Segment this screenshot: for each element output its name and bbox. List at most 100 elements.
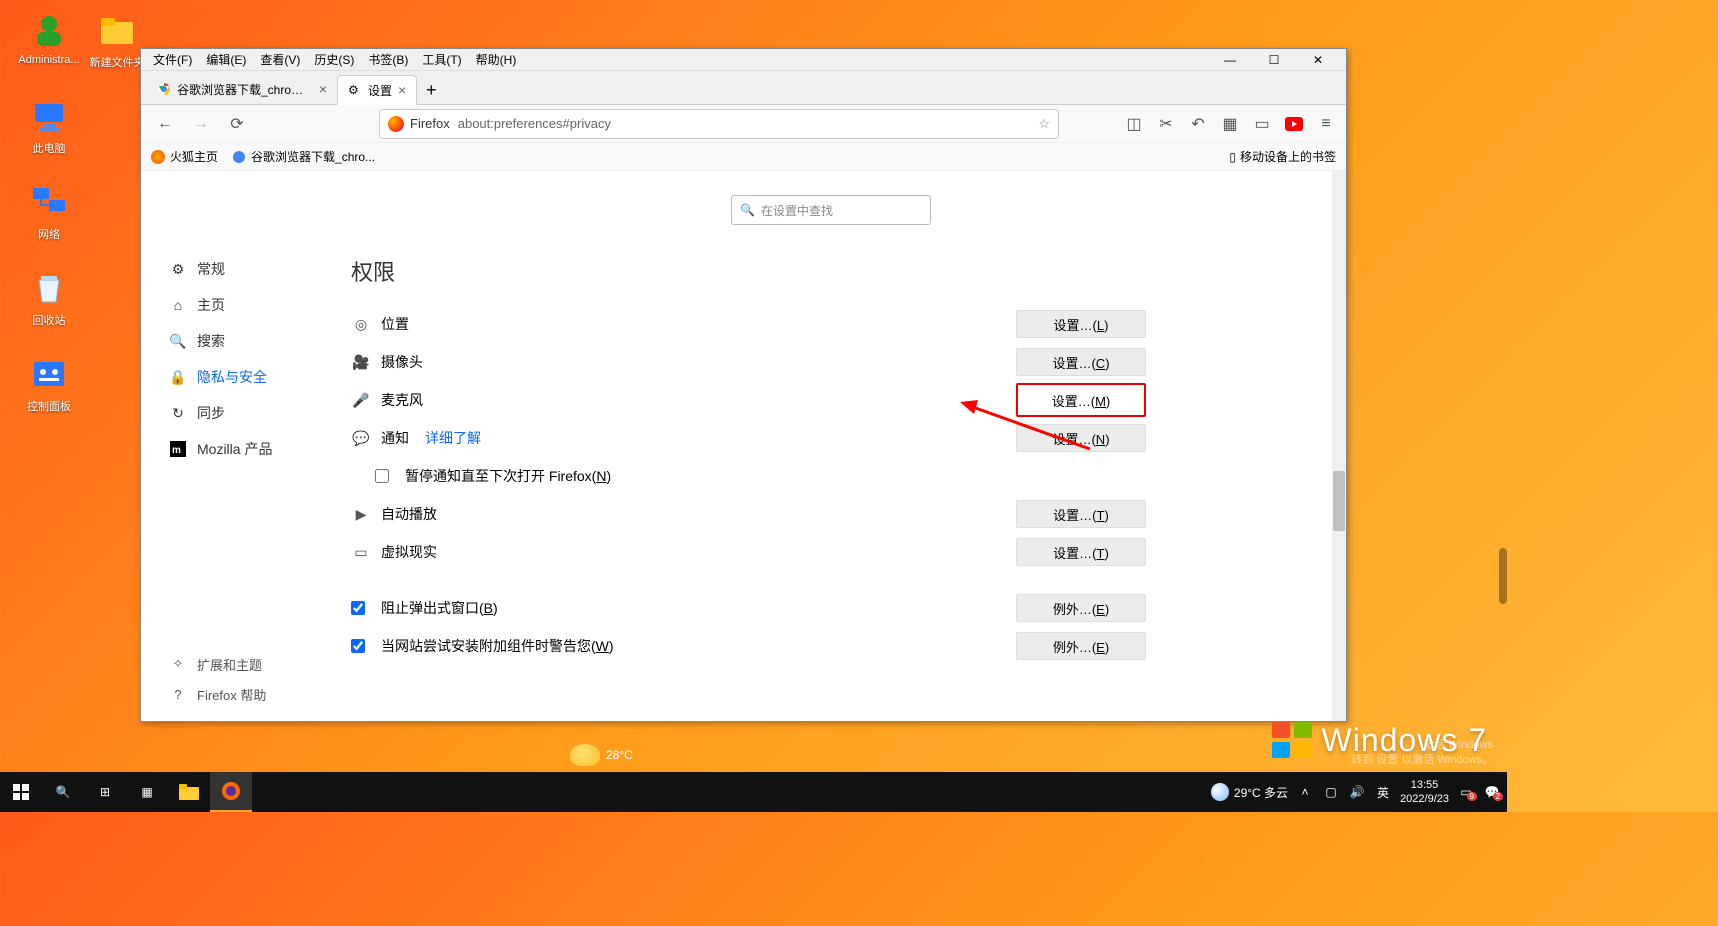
tray-clock[interactable]: 13:55 2022/9/23 <box>1400 778 1449 806</box>
tray-messages[interactable]: 💬 2 <box>1483 783 1501 801</box>
bookmark-chrome[interactable]: 谷歌浏览器下载_chro... <box>232 148 375 165</box>
sidebar-item-privacy[interactable]: 🔒 隐私与安全 <box>169 359 351 395</box>
menu-history[interactable]: 历史(S) <box>308 49 360 70</box>
sidebar-item-help[interactable]: ? Firefox 帮助 <box>169 679 266 709</box>
apps-icon[interactable]: ▦ <box>1220 114 1240 134</box>
mic-icon: 🎤 <box>351 392 371 409</box>
close-button[interactable]: ✕ <box>1296 49 1340 71</box>
desktop-scrollbar[interactable] <box>1499 548 1507 604</box>
sidebar-item-search[interactable]: 🔍 搜索 <box>169 323 351 359</box>
sidebar-item-extensions[interactable]: ✧ 扩展和主题 <box>169 649 266 679</box>
close-icon[interactable]: × <box>398 82 406 98</box>
settings-search-input[interactable]: 🔍 在设置中查找 <box>731 195 931 225</box>
scroll-thumb[interactable] <box>1333 471 1345 531</box>
firefox-icon <box>151 150 165 164</box>
help-icon: ? <box>169 685 187 703</box>
firefox-window: 文件(F) 编辑(E) 查看(V) 历史(S) 书签(B) 工具(T) 帮助(H… <box>140 48 1347 722</box>
taskbar-explorer[interactable] <box>168 772 210 812</box>
settings-main: 🔍 在设置中查找 权限 ◎ 位置 设置…(L) 🎥 摄像头 设置…(C) 🎤 麦… <box>351 171 1346 721</box>
vr-settings-button[interactable]: 设置…(T) <box>1016 538 1146 566</box>
tray-network-icon[interactable]: ▢ <box>1322 783 1340 801</box>
user-icon <box>29 10 69 50</box>
screenshot-icon[interactable]: ✂ <box>1156 114 1176 134</box>
taskbar-search[interactable]: 🔍 <box>42 772 84 812</box>
popup-exceptions-button[interactable]: 例外…(E) <box>1016 594 1146 622</box>
reload-button[interactable]: ⟳ <box>223 110 251 138</box>
address-bar: ← → ⟳ Firefox about:preferences#privacy … <box>141 105 1346 143</box>
notif-learn-more-link[interactable]: 详细了解 <box>425 428 481 448</box>
network-icon <box>29 182 69 222</box>
tab-chrome-download[interactable]: 谷歌浏览器下载_chrome浏览器 × <box>147 74 337 104</box>
desktop-weather-widget[interactable]: 28°C <box>570 744 633 766</box>
perm-row-autoplay: ▶ 自动播放 设置…(T) <box>351 495 1146 533</box>
menu-bookmarks[interactable]: 书签(B) <box>362 49 414 70</box>
desktop-icon-control[interactable]: 控制面板 <box>14 354 84 414</box>
content-scrollbar[interactable] <box>1332 171 1346 721</box>
sidebar-toggle-icon[interactable]: ◫ <box>1124 114 1144 134</box>
camera-settings-button[interactable]: 设置…(C) <box>1016 348 1146 376</box>
vr-icon: ▭ <box>351 544 371 561</box>
addon-warn-checkbox[interactable] <box>351 639 365 653</box>
menu-help[interactable]: 帮助(H) <box>470 49 523 70</box>
youtube-icon[interactable] <box>1284 114 1304 134</box>
perm-row-location: ◎ 位置 设置…(L) <box>351 305 1146 343</box>
tray-ime[interactable]: 英 <box>1374 783 1392 801</box>
tab-title: 谷歌浏览器下载_chrome浏览器 <box>177 81 313 98</box>
desktop-icon-admin[interactable]: Administra... <box>14 10 84 66</box>
sidebar-item-general[interactable]: ⚙ 常规 <box>169 251 351 287</box>
taskbar-taskview[interactable]: ⊞ <box>84 772 126 812</box>
menu-view[interactable]: 查看(V) <box>254 49 306 70</box>
perm-row-notif: 💬 通知 详细了解 设置…(N) <box>351 419 1146 457</box>
addon-exceptions-button[interactable]: 例外…(E) <box>1016 632 1146 660</box>
pause-notif-checkbox[interactable] <box>375 469 389 483</box>
autoplay-settings-button[interactable]: 设置…(T) <box>1016 500 1146 528</box>
recycle-icon <box>29 268 69 308</box>
location-settings-button[interactable]: 设置…(L) <box>1016 310 1146 338</box>
brand-label: Firefox <box>410 116 450 131</box>
mobile-bookmarks[interactable]: ▯ 移动设备上的书签 <box>1229 148 1336 165</box>
tray-weather[interactable]: 29°C 多云 <box>1211 783 1288 801</box>
desktop-icon-network[interactable]: 网络 <box>14 182 84 242</box>
tray-volume-icon[interactable]: 🔊 <box>1348 783 1366 801</box>
folder-icon <box>97 10 137 50</box>
maximize-button[interactable]: ☐ <box>1252 49 1296 71</box>
start-button[interactable] <box>0 772 42 812</box>
reader-icon[interactable]: ▭ <box>1252 114 1272 134</box>
sidebar-item-home[interactable]: ⌂ 主页 <box>169 287 351 323</box>
popup-block-checkbox[interactable] <box>351 601 365 615</box>
perm-row-addon: 当网站尝试安装附加组件时警告您(W) 例外…(E) <box>351 627 1146 665</box>
menu-edit[interactable]: 编辑(E) <box>200 49 252 70</box>
close-icon[interactable]: × <box>319 81 327 97</box>
menubar: 文件(F) 编辑(E) 查看(V) 历史(S) 书签(B) 工具(T) 帮助(H… <box>141 49 1346 71</box>
taskbar-firefox[interactable] <box>210 772 252 812</box>
desktop-icon-recycle[interactable]: 回收站 <box>14 268 84 328</box>
bookmark-firefox-home[interactable]: 火狐主页 <box>151 148 218 165</box>
hamburger-menu-icon[interactable]: ≡ <box>1316 114 1336 134</box>
menu-file[interactable]: 文件(F) <box>147 49 198 70</box>
sidebar-item-mozilla[interactable]: m Mozilla 产品 <box>169 431 351 467</box>
new-tab-button[interactable]: + <box>417 76 445 104</box>
tray: 29°C 多云 ˄ ▢ 🔊 英 13:55 2022/9/23 ▭ 9 💬 2 <box>1211 778 1507 806</box>
desktop-icon-thispc[interactable]: 此电脑 <box>14 96 84 156</box>
tray-action-center[interactable]: ▭ 9 <box>1457 783 1475 801</box>
window-controls: — ☐ ✕ <box>1208 49 1340 71</box>
svg-text:m: m <box>172 445 181 456</box>
chrome-icon <box>157 82 171 96</box>
minimize-button[interactable]: — <box>1208 49 1252 71</box>
chrome-icon <box>232 150 246 164</box>
sidebar-item-sync[interactable]: ↻ 同步 <box>169 395 351 431</box>
undo-icon[interactable]: ↶ <box>1188 114 1208 134</box>
perm-row-pause: 暂停通知直至下次打开 Firefox(N) <box>351 457 1146 495</box>
mic-settings-button[interactable]: 设置…(M) <box>1016 383 1146 417</box>
taskbar: 🔍 ⊞ ▦ 29°C 多云 ˄ ▢ 🔊 英 13:55 2022/9/23 ▭ … <box>0 772 1507 812</box>
menu-tools[interactable]: 工具(T) <box>416 49 467 70</box>
notif-settings-button[interactable]: 设置…(N) <box>1016 424 1146 452</box>
tab-title: 设置 <box>368 82 392 99</box>
back-button[interactable]: ← <box>151 110 179 138</box>
url-input[interactable]: Firefox about:preferences#privacy ☆ <box>379 109 1059 139</box>
tray-chevron-up-icon[interactable]: ˄ <box>1296 783 1314 801</box>
taskbar-apps[interactable]: ▦ <box>126 772 168 812</box>
bookmark-star-icon[interactable]: ☆ <box>1038 116 1050 132</box>
tab-settings[interactable]: ⚙ 设置 × <box>337 75 417 105</box>
chat-icon: 💬 <box>351 430 371 447</box>
